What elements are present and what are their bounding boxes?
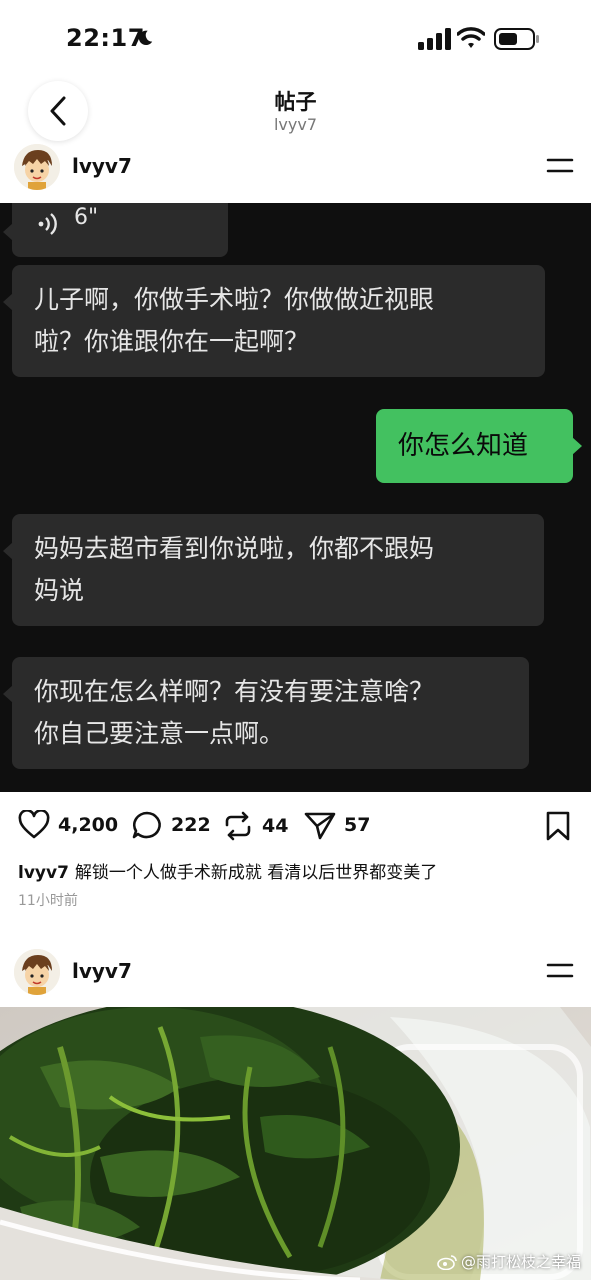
comment-icon [132,811,161,839]
post-username[interactable]: lvyv7 [72,959,132,983]
message-line: 妈妈去超市看到你说啦，你都不跟妈 [34,534,435,563]
chat-message-incoming: 妈妈去超市看到你说啦，你都不跟妈 妈说 [3,514,544,626]
avatar[interactable] [14,949,60,995]
avatar-illustration [14,949,60,995]
like-button[interactable]: 4,200 [18,810,118,840]
message-line: 你怎么知道 [398,431,529,461]
caption-username[interactable]: lvyv7 [18,863,69,883]
status-time: 22:17 [66,24,145,52]
weibo-logo-icon [437,1254,457,1270]
post-timestamp: 11小时前 [18,893,78,909]
voice-message-bubble: 6" [3,203,228,257]
send-icon [304,812,336,840]
voice-wave-icon [38,213,57,235]
share-count: 57 [344,814,371,836]
message-line: 儿子啊，你做手术啦？你做做近视眼 [34,285,435,314]
avatar[interactable] [14,144,60,190]
spinach-photo-illustration [0,1007,591,1280]
like-count: 4,200 [58,814,119,836]
chat-message-outgoing: 你怎么知道 [376,409,582,483]
menu-icon[interactable] [544,959,576,983]
chat-screenshot-image[interactable]: 6" 儿子啊，你做手术啦？你做做近视眼 啦？你谁跟你在一起啊？ 你怎么知道 妈妈… [0,203,591,792]
post-author-row: lvyv7 [0,945,591,1005]
caption-text: 解锁一个人做手术新成就 看清以后世界都变美了 [74,863,438,883]
heart-icon [18,810,50,839]
post-username[interactable]: lvyv7 [72,154,132,178]
menu-icon[interactable] [544,154,576,178]
page-title: 帖子 [274,90,317,114]
comment-button[interactable]: 222 [131,810,211,840]
message-line: 妈说 [34,576,85,605]
repost-button[interactable]: 44 [222,810,288,842]
post-caption: lvyv7 解锁一个人做手术新成就 看清以后世界都变美了 [18,858,437,883]
message-line: 啦？你谁跟你在一起啊？ [34,327,310,356]
page-subtitle: lvyv7 [273,115,318,134]
wifi-icon [457,27,485,48]
message-line: 你自己要注意一点啊。 [34,719,285,748]
message-line: 你现在怎么样啊？有没有要注意啥？ [34,677,435,706]
post-action-bar: 4,200 222 44 57 [0,800,591,852]
watermark: @雨打松枝之幸福 [437,1251,581,1272]
comment-count: 222 [171,814,211,836]
repost-icon [225,811,251,841]
post-author-row: lvyv7 [0,140,591,200]
moon-icon [138,30,153,46]
repost-count: 44 [262,815,289,837]
battery-icon [494,28,539,50]
status-bar: 22:17 [0,0,591,80]
avatar-illustration [14,144,60,190]
share-button[interactable]: 57 [304,810,370,840]
cellular-signal-icon [418,28,451,50]
chat-message-incoming: 你现在怎么样啊？有没有要注意啥？ 你自己要注意一点啊。 [3,657,529,769]
post-photo-spinach[interactable]: @雨打松枝之幸福 [0,1007,591,1280]
bookmark-icon[interactable] [545,810,571,842]
chat-message-incoming: 儿子啊，你做手术啦？你做做近视眼 啦？你谁跟你在一起啊？ [3,265,545,377]
voice-duration: 6" [74,205,99,230]
watermark-text: @雨打松枝之幸福 [460,1253,581,1271]
